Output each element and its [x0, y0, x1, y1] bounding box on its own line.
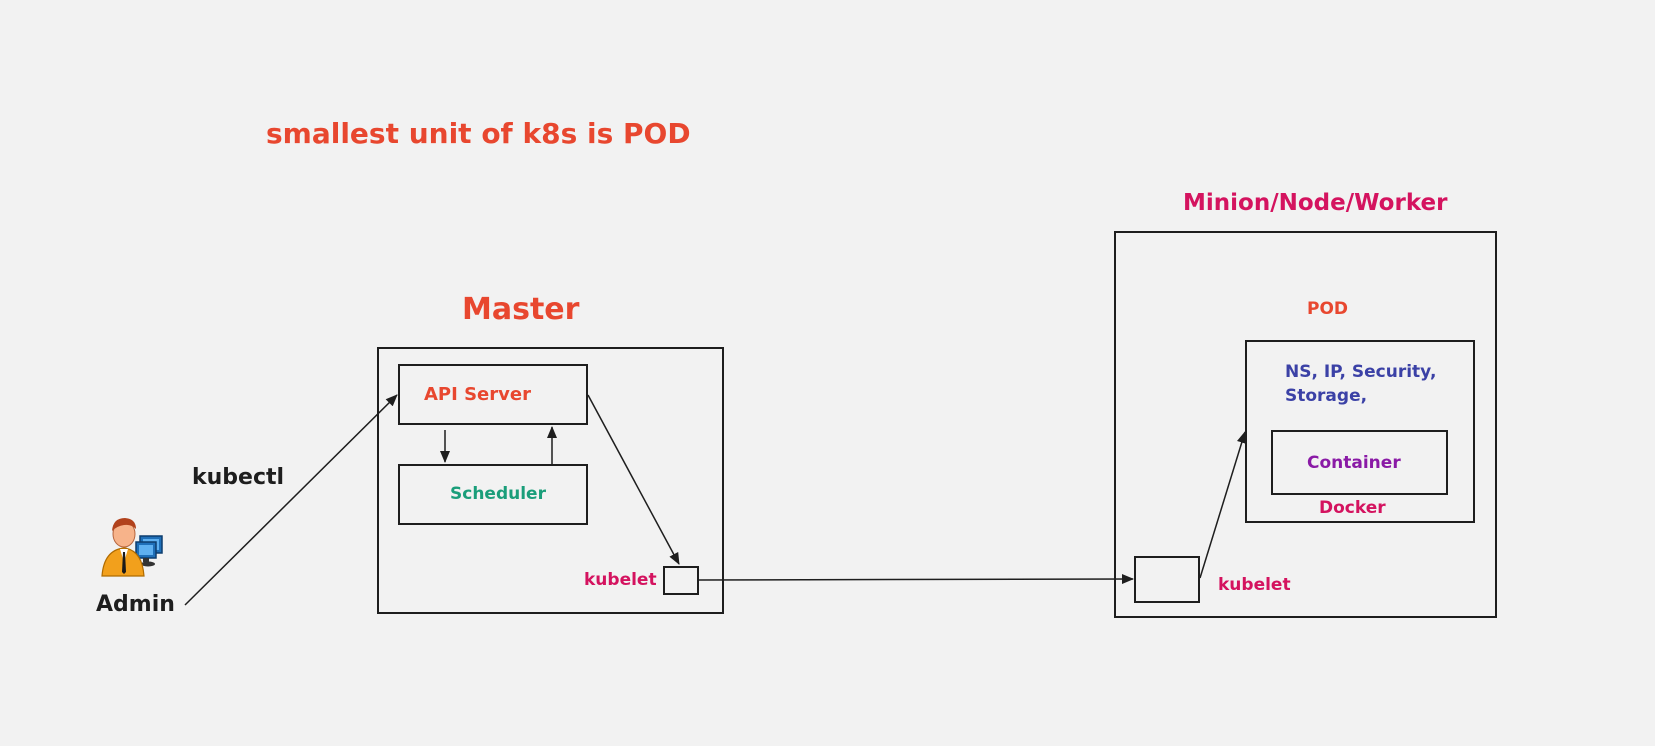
- diagram-title: smallest unit of k8s is POD: [266, 117, 691, 150]
- scheduler-label: Scheduler: [450, 484, 546, 504]
- worker-kubelet-box: [1134, 556, 1200, 603]
- arrow-master-kubelet-to-worker-kubelet: [698, 574, 1134, 585]
- arrow-admin-to-api-server: [184, 394, 398, 606]
- docker-label: Docker: [1319, 498, 1386, 518]
- pod-features-line1: NS, IP, Security,: [1285, 362, 1437, 382]
- api-server-label: API Server: [424, 384, 531, 405]
- container-label: Container: [1307, 453, 1401, 473]
- pod-features-line2: Storage,: [1285, 386, 1368, 406]
- admin-label: Admin: [96, 592, 175, 617]
- master-kubelet-label: kubelet: [584, 570, 657, 590]
- kubectl-label: kubectl: [192, 465, 285, 490]
- worker-kubelet-label: kubelet: [1218, 575, 1291, 595]
- worker-title: Minion/Node/Worker: [1183, 190, 1448, 216]
- master-kubelet-box: [663, 566, 699, 595]
- admin-user-computer-icon: [98, 512, 168, 578]
- diagram-canvas: smallest unit of k8s is POD Admin kubect…: [0, 0, 1655, 746]
- pod-label: POD: [1307, 299, 1349, 319]
- master-title: Master: [462, 292, 580, 327]
